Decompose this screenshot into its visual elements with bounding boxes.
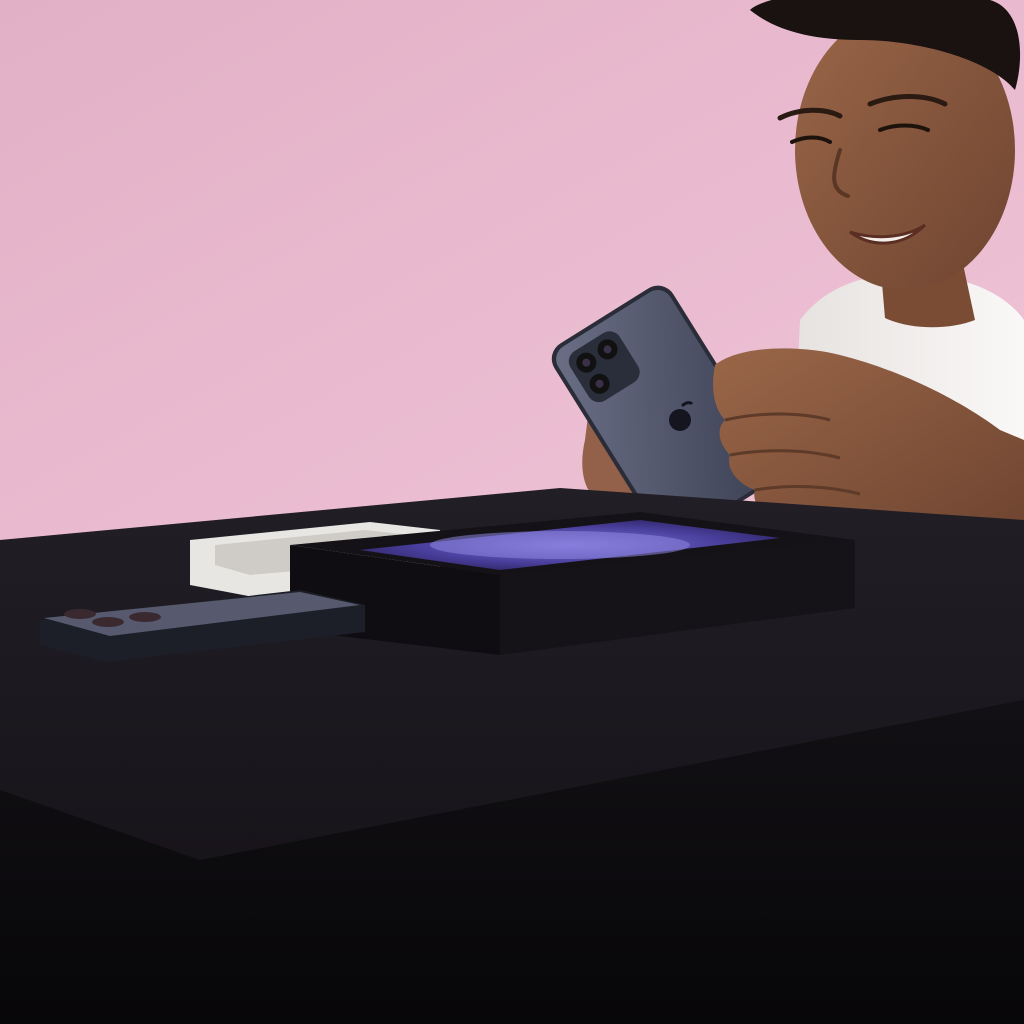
photo-canvas <box>0 0 1024 1024</box>
screen-wallpaper-shape <box>430 531 690 559</box>
product-photo-scene <box>0 0 1024 1024</box>
